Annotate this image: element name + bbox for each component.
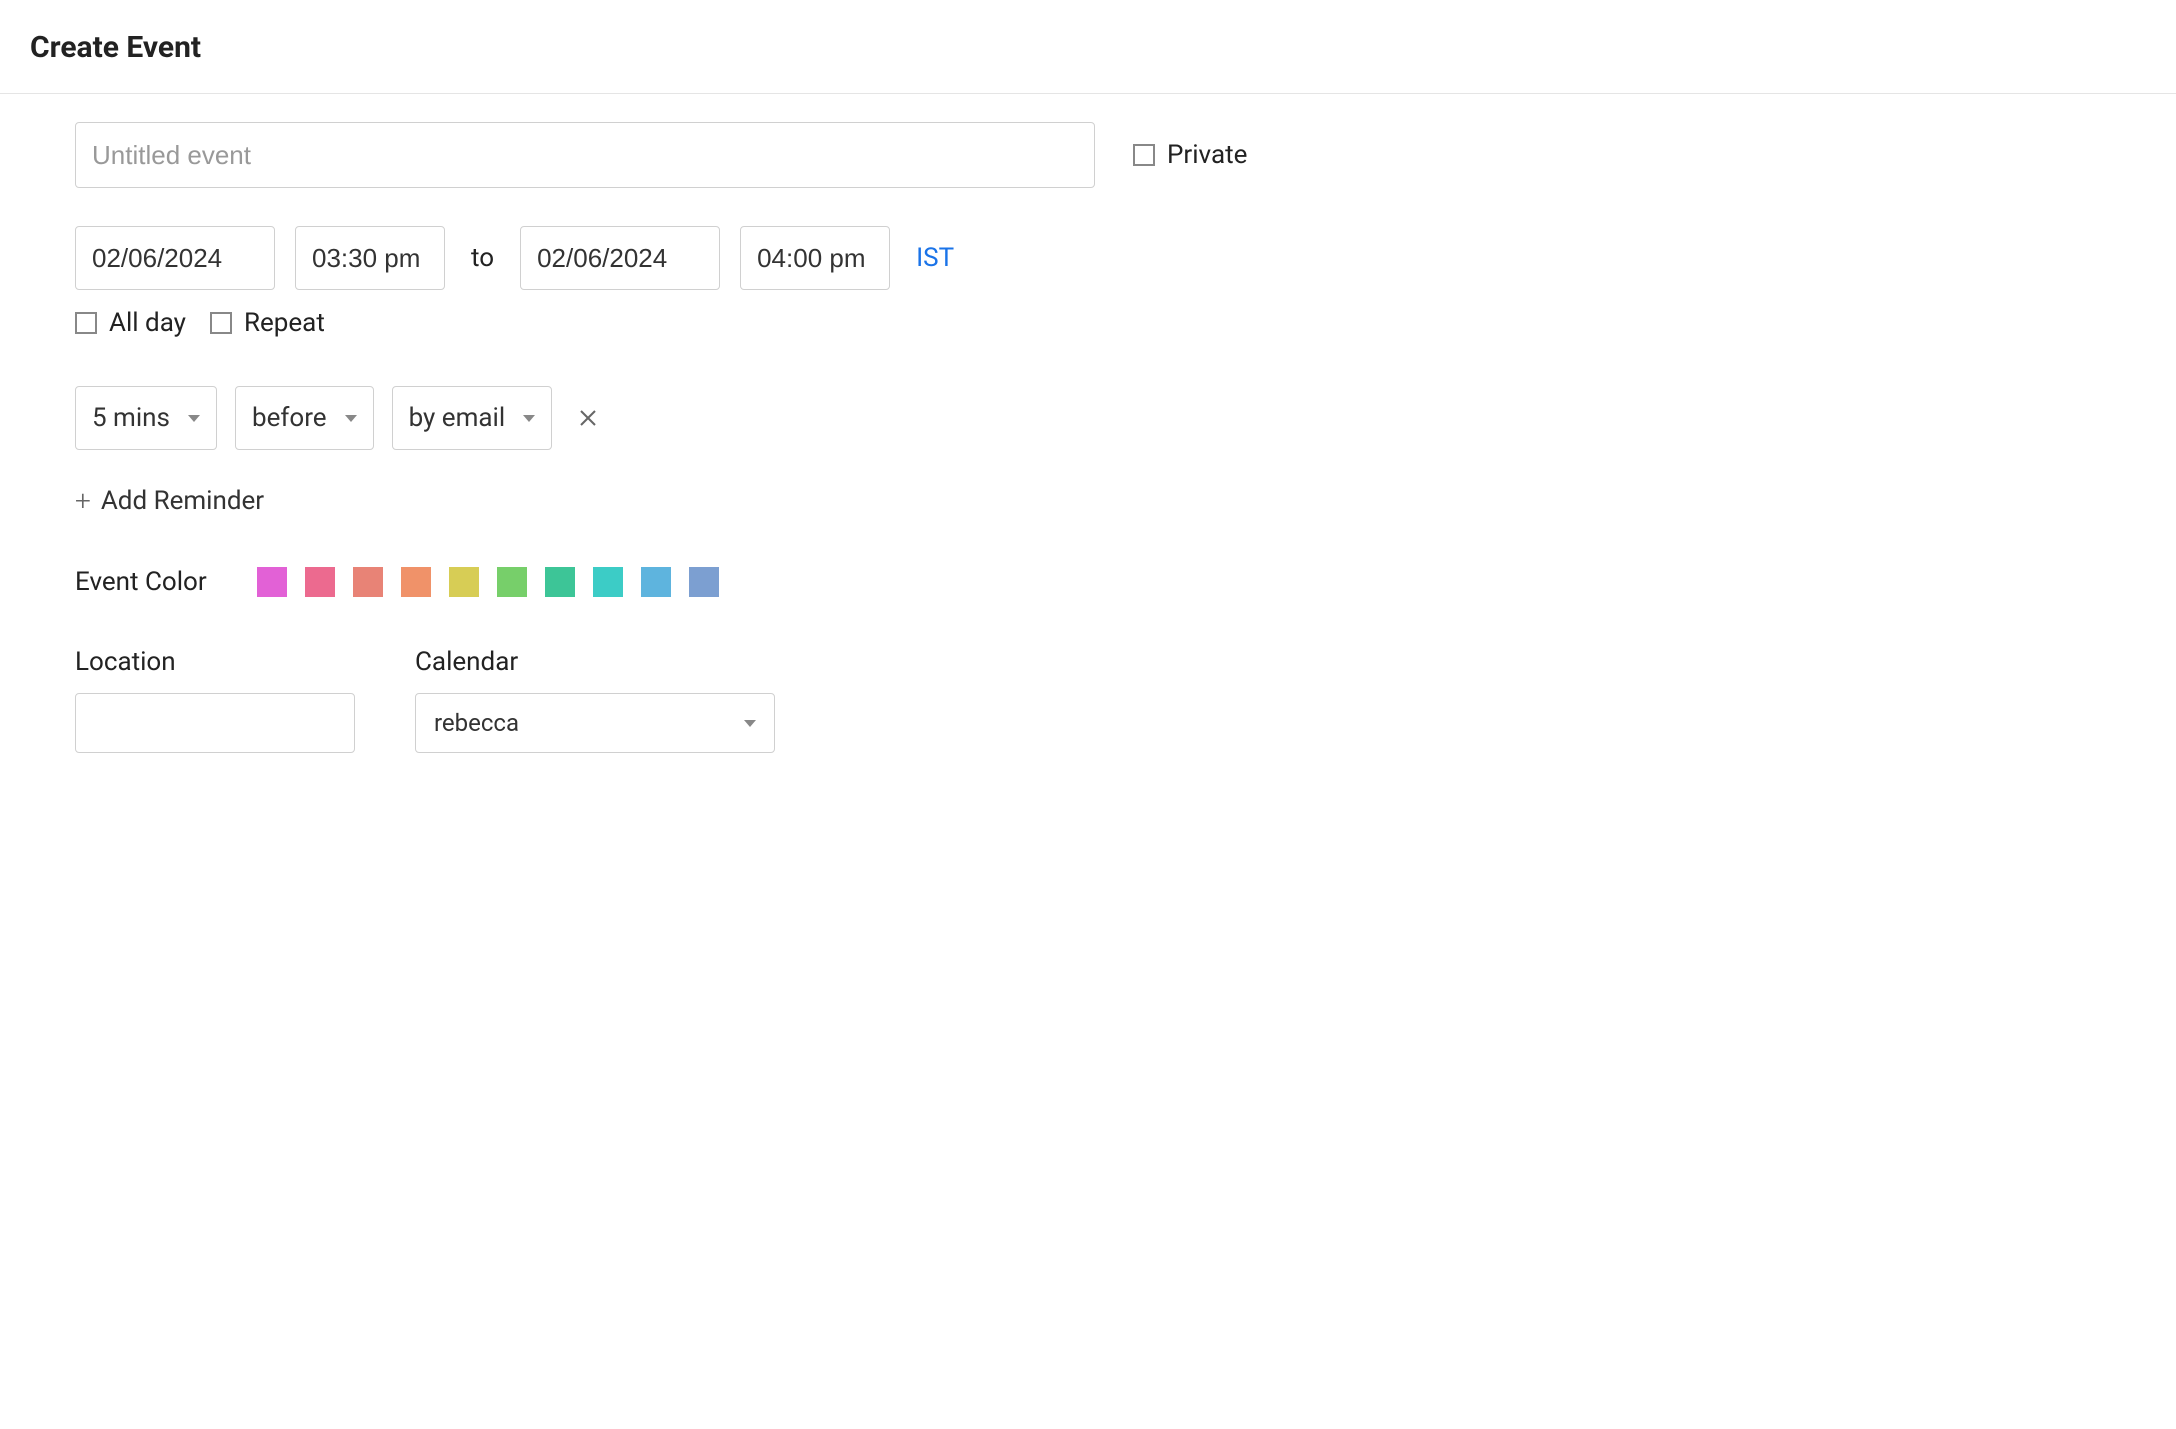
- color-swatch-0[interactable]: [257, 567, 287, 597]
- color-swatches: [257, 567, 719, 597]
- to-label: to: [465, 243, 500, 273]
- color-swatch-9[interactable]: [689, 567, 719, 597]
- color-swatch-8[interactable]: [641, 567, 671, 597]
- location-calendar-row: Location Calendar rebecca: [75, 647, 2101, 753]
- event-title-input[interactable]: [75, 122, 1095, 188]
- add-reminder-label: Add Reminder: [101, 486, 264, 516]
- location-label: Location: [75, 647, 355, 677]
- private-label: Private: [1167, 140, 1247, 170]
- reminder-row: 5 mins before by email: [75, 386, 2101, 450]
- chevron-down-icon: [744, 720, 756, 727]
- color-swatch-7[interactable]: [593, 567, 623, 597]
- color-swatch-2[interactable]: [353, 567, 383, 597]
- reminder-duration-value: 5 mins: [92, 403, 170, 433]
- reminder-relation-select[interactable]: before: [235, 386, 374, 450]
- color-swatch-5[interactable]: [497, 567, 527, 597]
- color-row: Event Color: [75, 567, 2101, 597]
- private-checkbox-wrap: Private: [1133, 140, 1247, 170]
- chevron-down-icon: [345, 415, 357, 422]
- close-icon: [578, 408, 598, 428]
- repeat-label: Repeat: [244, 308, 325, 338]
- end-date-input[interactable]: [520, 226, 720, 290]
- reminder-relation-value: before: [252, 403, 327, 433]
- plus-icon: +: [75, 484, 91, 517]
- color-swatch-3[interactable]: [401, 567, 431, 597]
- calendar-selected-value: rebecca: [434, 709, 519, 737]
- reminder-duration-select[interactable]: 5 mins: [75, 386, 217, 450]
- color-swatch-1[interactable]: [305, 567, 335, 597]
- remove-reminder-button[interactable]: [570, 402, 606, 435]
- allday-checkbox[interactable]: [75, 312, 97, 334]
- dialog-header: Create Event: [0, 0, 2176, 94]
- allday-wrap: All day: [75, 308, 186, 338]
- private-checkbox[interactable]: [1133, 144, 1155, 166]
- calendar-group: Calendar rebecca: [415, 647, 775, 753]
- chevron-down-icon: [523, 415, 535, 422]
- location-group: Location: [75, 647, 355, 753]
- start-date-input[interactable]: [75, 226, 275, 290]
- event-color-label: Event Color: [75, 567, 207, 597]
- options-row: All day Repeat: [75, 308, 2101, 338]
- repeat-wrap: Repeat: [210, 308, 325, 338]
- timezone-link[interactable]: IST: [910, 243, 954, 273]
- start-time-input[interactable]: [295, 226, 445, 290]
- datetime-row: to IST: [75, 226, 2101, 290]
- add-reminder-button[interactable]: + Add Reminder: [75, 484, 2101, 517]
- end-time-input[interactable]: [740, 226, 890, 290]
- location-input[interactable]: [75, 693, 355, 753]
- color-swatch-6[interactable]: [545, 567, 575, 597]
- chevron-down-icon: [188, 415, 200, 422]
- title-row: Private: [75, 122, 2101, 188]
- allday-label: All day: [109, 308, 186, 338]
- color-swatch-4[interactable]: [449, 567, 479, 597]
- reminder-method-select[interactable]: by email: [392, 386, 553, 450]
- repeat-checkbox[interactable]: [210, 312, 232, 334]
- reminder-method-value: by email: [409, 403, 506, 433]
- dialog-content: Private to IST All day Repeat 5 mins bef…: [0, 94, 2176, 781]
- calendar-select[interactable]: rebecca: [415, 693, 775, 753]
- calendar-label: Calendar: [415, 647, 775, 677]
- page-title: Create Event: [30, 30, 2146, 65]
